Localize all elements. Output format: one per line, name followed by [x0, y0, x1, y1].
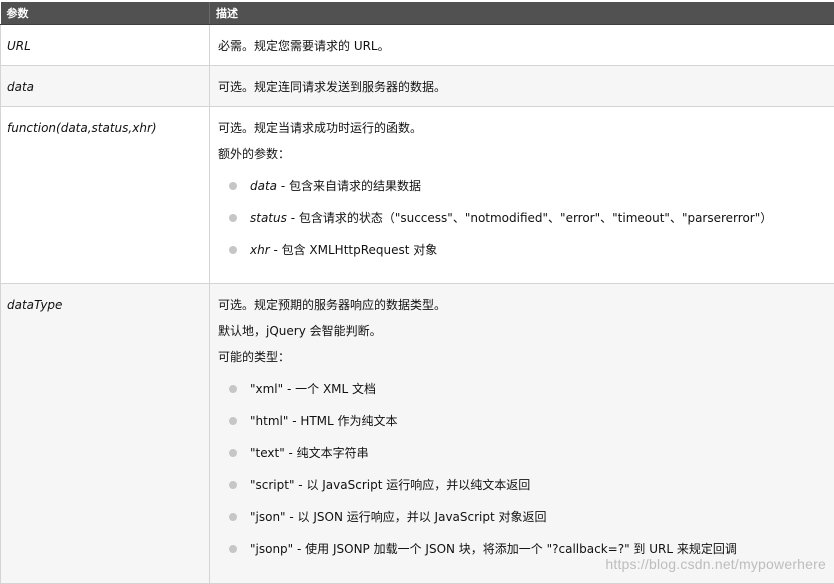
param-desc-datatype: 可选。规定预期的服务器响应的数据类型。 默认地，jQuery 会智能判断。 可能… — [210, 284, 834, 584]
bullet-text: - 包含来自请求的结果数据 — [277, 179, 421, 193]
page: 参数 描述 URL 必需。规定您需要请求的 URL。 data 可选。规定连同请… — [0, 0, 834, 582]
desc-line: 可选。规定当请求成功时运行的函数。 — [218, 120, 826, 136]
bullet-term: data — [250, 179, 277, 193]
list-item: status - 包含请求的状态（"success"、"notmodified"… — [218, 210, 826, 232]
watermark: https://blog.csdn.net/mypowerhere — [605, 556, 826, 572]
bullet-term: status — [250, 211, 287, 225]
bullet-text: - 包含 XMLHttpRequest 对象 — [270, 243, 438, 257]
header-param: 参数 — [1, 2, 210, 25]
bullet-list: data - 包含来自请求的结果数据 status - 包含请求的状态（"suc… — [218, 178, 826, 264]
param-name-url: URL — [1, 25, 210, 66]
bullet-text: "jsonp" - 使用 JSONP 加载一个 JSON 块，将添加一个 "?c… — [250, 542, 737, 556]
param-desc-url: 必需。规定您需要请求的 URL。 — [210, 25, 834, 66]
param-name-datatype: dataType — [1, 284, 210, 584]
bullet-icon — [229, 513, 237, 521]
bullet-text: "script" - 以 JavaScript 运行响应，并以纯文本返回 — [250, 478, 530, 492]
list-item: "xml" - 一个 XML 文档 — [218, 381, 826, 403]
bullet-text: - 包含请求的状态（"success"、"notmodified"、"error… — [287, 211, 772, 225]
desc-line: 可选。规定预期的服务器响应的数据类型。 — [218, 297, 826, 313]
bullet-term: xhr — [250, 243, 270, 257]
desc-line: 默认地，jQuery 会智能判断。 — [218, 323, 826, 339]
bullet-icon — [229, 417, 237, 425]
bullet-list: "xml" - 一个 XML 文档 "html" - HTML 作为纯文本 "t… — [218, 381, 826, 563]
bullet-icon — [229, 182, 237, 190]
list-item: xhr - 包含 XMLHttpRequest 对象 — [218, 242, 826, 264]
desc-line: 可选。规定连同请求发送到服务器的数据。 — [218, 79, 826, 95]
bullet-icon — [229, 214, 237, 222]
bullet-icon — [229, 449, 237, 457]
param-desc-data: 可选。规定连同请求发送到服务器的数据。 — [210, 66, 834, 107]
bullet-text: "text" - 纯文本字符串 — [250, 446, 369, 460]
param-desc-function: 可选。规定当请求成功时运行的函数。 额外的参数： data - 包含来自请求的结… — [210, 107, 834, 284]
list-item: "html" - HTML 作为纯文本 — [218, 413, 826, 435]
list-item: "text" - 纯文本字符串 — [218, 445, 826, 467]
list-item: "script" - 以 JavaScript 运行响应，并以纯文本返回 — [218, 477, 826, 499]
bullet-text: "xml" - 一个 XML 文档 — [250, 382, 376, 396]
param-name-data: data — [1, 66, 210, 107]
table-row: dataType 可选。规定预期的服务器响应的数据类型。 默认地，jQuery … — [1, 284, 834, 584]
bullet-icon — [229, 545, 237, 553]
bullet-icon — [229, 385, 237, 393]
bullet-icon — [229, 481, 237, 489]
desc-line: 额外的参数： — [218, 146, 826, 162]
list-item: data - 包含来自请求的结果数据 — [218, 178, 826, 200]
param-name-function: function(data,status,xhr) — [1, 107, 210, 284]
table-row: data 可选。规定连同请求发送到服务器的数据。 — [1, 66, 834, 107]
table-row: URL 必需。规定您需要请求的 URL。 — [1, 25, 834, 66]
bullet-icon — [229, 246, 237, 254]
desc-line: 必需。规定您需要请求的 URL。 — [218, 38, 826, 54]
desc-line: 可能的类型： — [218, 349, 826, 365]
table-row: function(data,status,xhr) 可选。规定当请求成功时运行的… — [1, 107, 834, 284]
bullet-text: "json" - 以 JSON 运行响应，并以 JavaScript 对象返回 — [250, 510, 547, 524]
parameter-table: 参数 描述 URL 必需。规定您需要请求的 URL。 data 可选。规定连同请… — [0, 2, 834, 584]
table-header-row: 参数 描述 — [1, 2, 834, 25]
header-desc: 描述 — [210, 2, 834, 25]
list-item: "json" - 以 JSON 运行响应，并以 JavaScript 对象返回 — [218, 509, 826, 531]
bullet-text: "html" - HTML 作为纯文本 — [250, 414, 398, 428]
